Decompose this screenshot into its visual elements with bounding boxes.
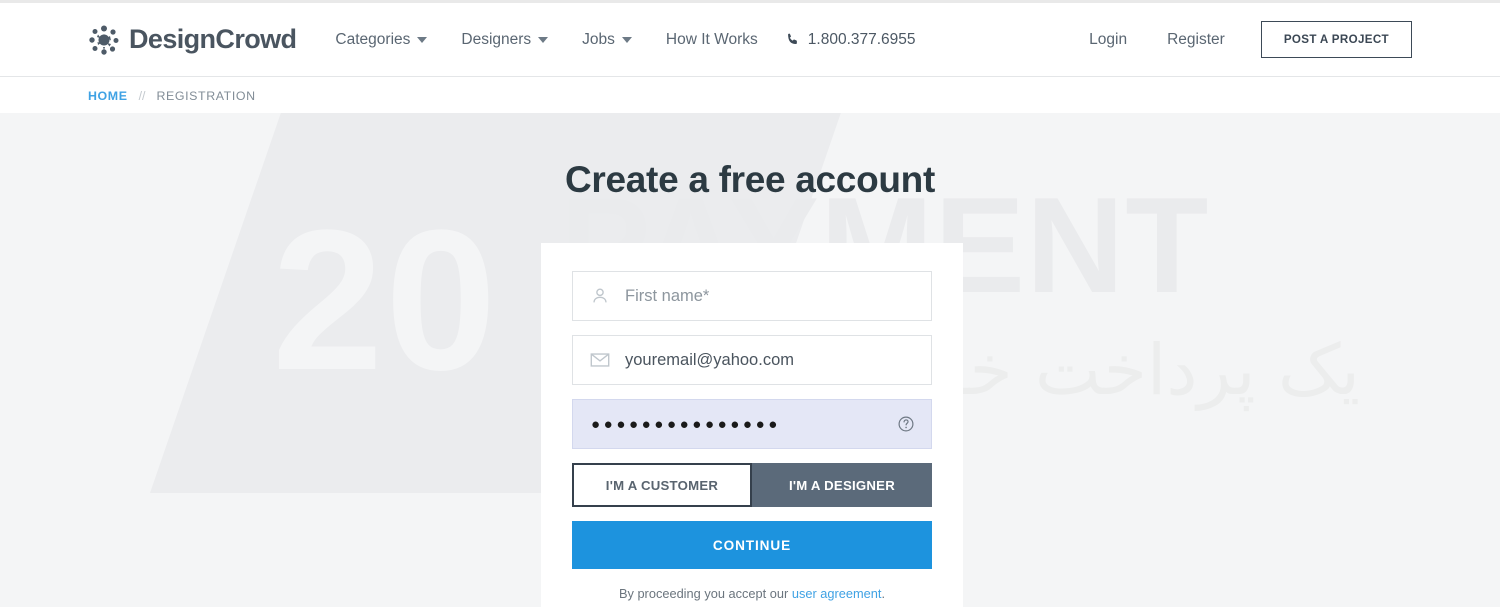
continue-button[interactable]: CONTINUE bbox=[572, 521, 932, 569]
site-header: DesignCrowd Categories Designers Jobs Ho… bbox=[0, 3, 1500, 77]
phone-icon bbox=[787, 33, 797, 45]
brand-logo[interactable]: DesignCrowd bbox=[88, 24, 297, 56]
email-value: youremail@yahoo.com bbox=[625, 350, 794, 369]
user-icon bbox=[593, 288, 607, 303]
nav-label-jobs: Jobs bbox=[582, 30, 615, 48]
crowd-starburst-icon bbox=[89, 25, 119, 55]
login-link[interactable]: Login bbox=[1069, 25, 1147, 55]
password-field[interactable]: ●●●●●●●●●●●●●●● bbox=[572, 399, 932, 449]
brand-name: DesignCrowd bbox=[129, 24, 297, 54]
chevron-down-icon bbox=[538, 36, 549, 43]
page-title: Create a free account bbox=[564, 159, 936, 200]
chevron-down-icon bbox=[621, 36, 632, 43]
breadcrumb-bar: HOME // REGISTRATION bbox=[0, 78, 1500, 113]
register-link[interactable]: Register bbox=[1147, 25, 1245, 55]
phone-number: 1.800.377.6955 bbox=[807, 30, 916, 48]
breadcrumb: HOME // REGISTRATION bbox=[88, 89, 256, 103]
first-name-field[interactable]: First name* bbox=[572, 271, 932, 321]
registration-page: DesignCrowd Categories Designers Jobs Ho… bbox=[0, 0, 1500, 607]
password-masked-value: ●●●●●●●●●●●●●●● bbox=[591, 415, 781, 433]
main-content: 20 PAYMENT یک پرداخت خوب Create a free a… bbox=[0, 113, 1500, 607]
post-a-project-button[interactable]: POST A PROJECT bbox=[1260, 21, 1412, 58]
terms-suffix: . bbox=[881, 586, 886, 601]
email-field[interactable]: youremail@yahoo.com bbox=[572, 335, 932, 385]
phone-link[interactable]: 1.800.377.6955 bbox=[785, 31, 916, 49]
header-actions: Login Register POST A PROJECT bbox=[1069, 21, 1412, 58]
terms-prefix: By proceeding you accept our bbox=[618, 586, 792, 601]
watermark-number: 20 bbox=[272, 189, 499, 412]
role-customer-button[interactable]: I'M A CUSTOMER bbox=[572, 463, 752, 507]
envelope-icon bbox=[590, 353, 610, 367]
question-circle-icon[interactable] bbox=[897, 415, 915, 433]
nav-item-how-it-works[interactable]: How It Works bbox=[649, 25, 775, 55]
nav-item-categories[interactable]: Categories bbox=[318, 25, 444, 55]
role-toggle-group: I'M A CUSTOMER I'M A DESIGNER bbox=[572, 463, 932, 507]
first-name-placeholder: First name* bbox=[625, 286, 710, 305]
user-agreement-link[interactable]: user agreement bbox=[792, 586, 882, 601]
breadcrumb-separator: // bbox=[138, 88, 146, 103]
nav-label-designers: Designers bbox=[461, 30, 532, 48]
nav-item-designers[interactable]: Designers bbox=[444, 25, 565, 55]
terms-text: By proceeding you accept our user agreem… bbox=[572, 586, 932, 601]
nav-item-jobs[interactable]: Jobs bbox=[565, 25, 649, 55]
registration-card: First name* youremail@yahoo.com ●●●●●●●●… bbox=[541, 243, 963, 607]
breadcrumb-home-link[interactable]: HOME bbox=[88, 89, 128, 103]
nav-label-how-it-works: How It Works bbox=[665, 30, 758, 48]
registration-form: First name* youremail@yahoo.com ●●●●●●●●… bbox=[541, 243, 963, 601]
role-designer-button[interactable]: I'M A DESIGNER bbox=[752, 463, 932, 507]
breadcrumb-current: REGISTRATION bbox=[156, 88, 256, 103]
primary-nav: Categories Designers Jobs How It Works 1… bbox=[318, 25, 915, 55]
nav-label-categories: Categories bbox=[335, 30, 411, 48]
chevron-down-icon bbox=[417, 36, 428, 43]
